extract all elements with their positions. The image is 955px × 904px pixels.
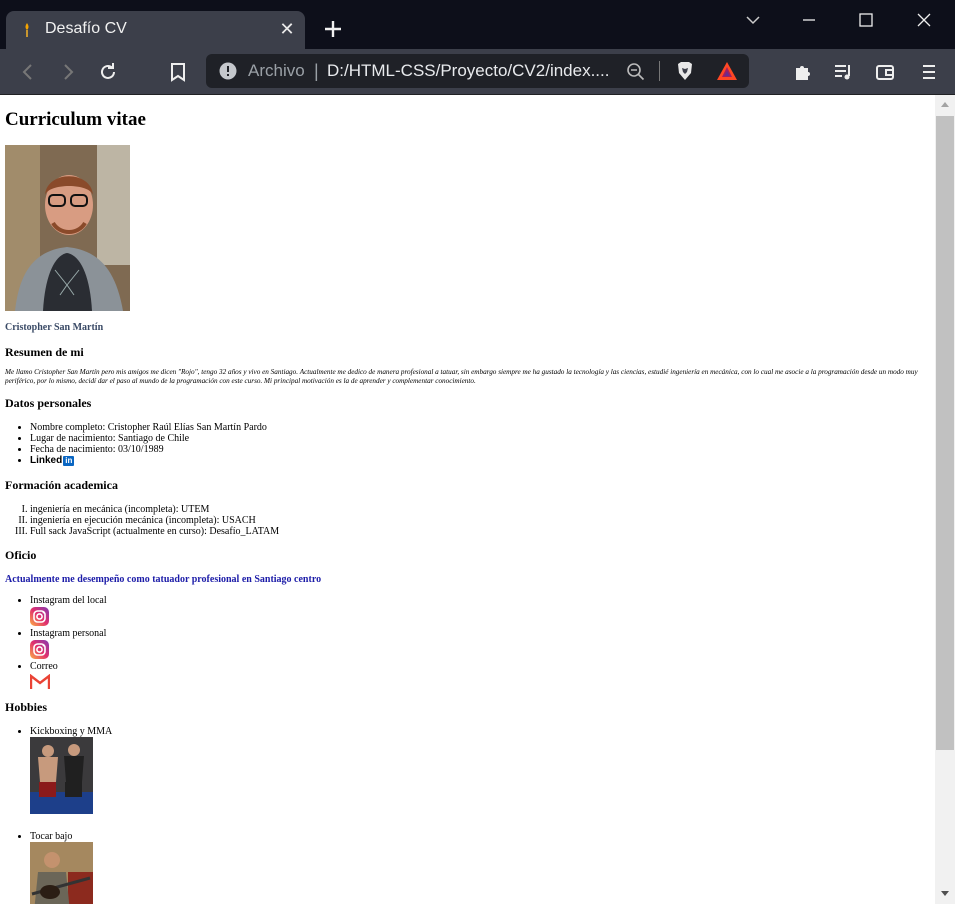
linkedin-link[interactable]: Linkedin	[30, 455, 75, 466]
list-item: ingeniería en mecánica (incompleta): UTE…	[30, 504, 279, 515]
back-arrow-icon[interactable]	[17, 61, 39, 83]
zoom-out-icon[interactable]	[626, 62, 646, 82]
minimize-button[interactable]	[783, 0, 839, 40]
list-item: Tocar bajo	[30, 831, 112, 904]
url-text[interactable]: D:/HTML-CSS/Proyecto/CV2/index....	[327, 61, 617, 81]
list-item: Nombre completo: Cristopher Raúl Elías S…	[30, 422, 267, 433]
list-item: Full sack JavaScript (actualmente en cur…	[30, 526, 279, 537]
social-label: Instagram del local	[30, 595, 107, 606]
section-about-heading: Resumen de mi	[5, 345, 84, 359]
close-window-button[interactable]	[898, 0, 954, 40]
list-item: Kickboxing y MMA	[30, 726, 112, 814]
person-name: Cristopher San Martín	[5, 322, 104, 333]
chevron-down-icon	[746, 16, 760, 25]
scroll-down-icon[interactable]	[940, 889, 950, 897]
url-separator: |	[314, 61, 319, 81]
personal-data-list: Nombre completo: Cristopher Raúl Elías S…	[30, 422, 267, 466]
instagram-icon[interactable]	[30, 607, 49, 626]
hobbies-list: Kickboxing y MMA Tocar bajo	[30, 726, 112, 904]
scroll-up-icon[interactable]	[940, 101, 950, 109]
torch-icon	[25, 23, 29, 37]
scrollbar-thumb[interactable]	[936, 116, 954, 750]
tab-title: Desafío CV	[45, 20, 127, 37]
section-job-heading: Oficio	[5, 548, 37, 562]
about-paragraph: Me llamo Cristopher San Martín pero mis …	[5, 368, 918, 385]
tab-search-button[interactable]	[727, 0, 783, 40]
social-label: Correo	[30, 661, 58, 672]
bat-rewards-icon[interactable]	[716, 61, 738, 81]
bookmark-icon[interactable]	[167, 61, 189, 83]
social-list: Instagram del local Instagram personal	[30, 595, 107, 692]
list-item: Linkedin	[30, 455, 267, 466]
hobby-label: Tocar bajo	[30, 831, 73, 842]
section-personal-heading: Datos personales	[5, 396, 92, 410]
minimize-icon	[803, 19, 815, 21]
vertical-scrollbar[interactable]	[935, 95, 955, 904]
forward-arrow-icon[interactable]	[57, 61, 79, 83]
new-tab-button[interactable]	[322, 18, 344, 40]
tab-close-button[interactable]: ✕	[277, 19, 297, 39]
active-tab[interactable]: Desafío CV ✕	[6, 11, 305, 49]
section-education-heading: Formación academica	[5, 478, 118, 492]
puzzle-icon[interactable]	[792, 61, 814, 83]
hamburger-menu-icon[interactable]	[918, 61, 940, 83]
education-list: ingeniería en mecánica (incompleta): UTE…	[30, 504, 279, 537]
profile-photo	[5, 145, 130, 311]
instagram-icon[interactable]	[30, 640, 49, 659]
linkedin-text: Linked	[30, 455, 63, 466]
gmail-icon[interactable]	[30, 674, 50, 690]
list-item: Correo	[30, 661, 107, 690]
url-scheme-label: Archivo	[248, 61, 305, 80]
list-item: Instagram personal	[30, 628, 107, 659]
close-icon	[917, 13, 931, 27]
browser-toolbar: Archivo | D:/HTML-CSS/Proyecto/CV2/index…	[0, 49, 955, 94]
wallet-icon[interactable]	[874, 61, 896, 83]
brave-shield-icon[interactable]	[674, 60, 696, 82]
linkedin-icon: in	[63, 455, 75, 466]
bass-playing-photo	[30, 842, 93, 904]
reload-icon[interactable]	[97, 61, 119, 83]
page-viewport: Curriculum vitae Cristopher San Martín R…	[0, 95, 935, 904]
section-hobbies-heading: Hobbies	[5, 700, 48, 714]
maximize-button[interactable]	[840, 0, 896, 40]
list-item: ingeniería en ejecución mecánica (incomp…	[30, 515, 279, 526]
address-bar[interactable]: Archivo | D:/HTML-CSS/Proyecto/CV2/index…	[206, 54, 749, 88]
hobby-label: Kickboxing y MMA	[30, 726, 113, 737]
list-item: Fecha de nacimiento: 03/10/1989	[30, 444, 267, 455]
list-item: Instagram del local	[30, 595, 107, 626]
list-item: Lugar de nacimiento: Santiago de Chile	[30, 433, 267, 444]
playlist-icon[interactable]	[832, 61, 854, 83]
info-icon[interactable]	[219, 62, 237, 80]
kickboxing-photo	[30, 737, 93, 814]
job-description: Actualmente me desempeño como tatuador p…	[5, 574, 322, 585]
page-title: Curriculum vitae	[5, 109, 146, 130]
tab-strip: Desafío CV ✕	[0, 0, 955, 50]
omnibox-divider	[659, 61, 660, 81]
maximize-icon	[859, 13, 873, 27]
social-label: Instagram personal	[30, 628, 107, 639]
